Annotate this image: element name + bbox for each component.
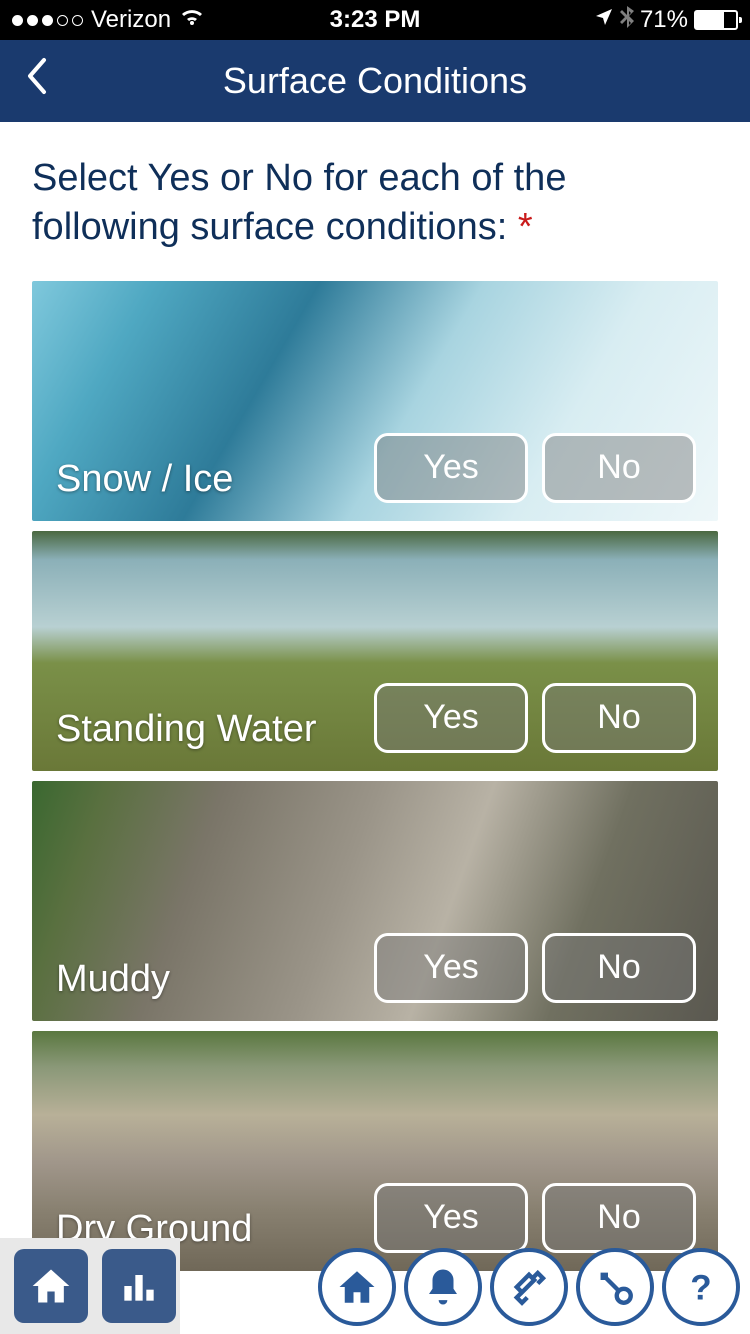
prompt-text: Select Yes or No for each of the followi…	[32, 154, 718, 253]
no-button[interactable]: No	[542, 433, 696, 503]
help-button[interactable]: ?	[662, 1248, 740, 1326]
bottom-toolbar: ?	[0, 1238, 750, 1334]
required-indicator: *	[518, 206, 533, 248]
stats-square-button[interactable]	[102, 1249, 176, 1323]
signal-strength-icon	[12, 15, 83, 26]
notifications-button[interactable]	[404, 1248, 482, 1326]
no-button[interactable]: No	[542, 933, 696, 1003]
yes-button[interactable]: Yes	[374, 683, 528, 753]
key-button[interactable]	[576, 1248, 654, 1326]
status-time: 3:23 PM	[254, 6, 496, 34]
battery-icon	[694, 10, 738, 30]
page-title: Surface Conditions	[0, 60, 750, 102]
nav-bar: Surface Conditions	[0, 40, 750, 122]
location-icon	[594, 6, 614, 34]
condition-card-dry-ground: Dry Ground Yes No	[32, 1031, 718, 1271]
content-area: Select Yes or No for each of the followi…	[0, 122, 750, 1271]
status-left: Verizon	[12, 6, 254, 34]
svg-text:?: ?	[690, 1268, 711, 1307]
condition-card-muddy: Muddy Yes No	[32, 781, 718, 1021]
prompt-label: Select Yes or No for each of the followi…	[32, 157, 566, 248]
status-right: 71%	[496, 6, 738, 35]
status-bar: Verizon 3:23 PM 71%	[0, 0, 750, 40]
home-round-button[interactable]	[318, 1248, 396, 1326]
yes-button[interactable]: Yes	[374, 433, 528, 503]
no-button[interactable]: No	[542, 683, 696, 753]
back-button[interactable]	[24, 56, 48, 107]
condition-card-standing-water: Standing Water Yes No	[32, 531, 718, 771]
satellite-button[interactable]	[490, 1248, 568, 1326]
bluetooth-icon	[620, 6, 634, 35]
condition-card-snow-ice: Snow / Ice Yes No	[32, 281, 718, 521]
yes-button[interactable]: Yes	[374, 933, 528, 1003]
battery-percent: 71%	[640, 6, 688, 34]
home-square-button[interactable]	[14, 1249, 88, 1323]
carrier-label: Verizon	[91, 6, 171, 34]
wifi-icon	[179, 6, 205, 34]
